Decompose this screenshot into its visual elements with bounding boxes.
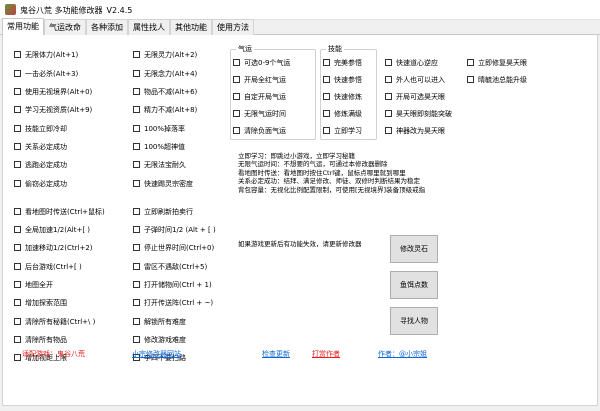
checkbox-open-portal[interactable]: 打开传送阵(Ctrl + ~) — [133, 299, 213, 308]
checkbox-bullet-time[interactable]: 子弹时间1/2 (Alt + [ ) — [133, 226, 216, 235]
checkbox-infinite-mind[interactable]: 无限念力(Alt+4) — [133, 70, 197, 79]
checkbox-haotian-breakthrough[interactable]: 昊天眼即刻能突破 — [385, 110, 452, 119]
note-line: 看地图时传送：看地图时按住Ctrl键，鼠标点哪里就到哪里 — [238, 168, 406, 177]
checkbox-infinite-stamina[interactable]: 无限体力(Alt+1) — [14, 51, 78, 60]
checkbox-energy-no-decrease[interactable]: 精力不减(Alt+8) — [133, 106, 197, 115]
check-update-link[interactable]: 检查更新 — [262, 349, 290, 359]
tab-qiyun[interactable]: 气运改命 — [44, 19, 86, 35]
find-person-button[interactable]: 寻找人物 — [390, 307, 438, 335]
checkbox-qiyun-0-9[interactable]: 可选0-9个气运 — [233, 59, 290, 68]
checkbox-qiyun-clear-negative[interactable]: 清除负面气运 — [233, 127, 286, 136]
title-bar: 鬼谷八荒 多功能修改器 V2.4.5 — [0, 0, 600, 20]
checkbox-relation-success[interactable]: 关系必定成功 — [14, 143, 67, 152]
checkbox-refresh-auction[interactable]: 立即刷新拍卖行 — [133, 208, 193, 217]
tab-attributes[interactable]: 属性找人 — [128, 19, 170, 35]
checkbox-open-storage[interactable]: 打开储物间(Ctrl + 1) — [133, 281, 212, 290]
checkbox-artifact-haotian[interactable]: 神器改为昊天眼 — [385, 127, 445, 136]
checkbox-clear-secrets[interactable]: 清除所有秘籍(Ctrl+\ ) — [14, 318, 95, 327]
checkbox-start-haotian-eye[interactable]: 开局可选昊天眼 — [385, 93, 445, 102]
checkbox-instant-learn[interactable]: 立即学习 — [323, 127, 362, 136]
checkbox-full-drop-rate[interactable]: 100%掉落率 — [133, 125, 185, 134]
checkbox-background-game[interactable]: 后台游戏(Ctrl+[ ) — [14, 263, 82, 272]
bait-points-button[interactable]: 鱼饵点数 — [390, 271, 438, 299]
donate-link[interactable]: 打赏作者 — [312, 349, 340, 359]
checkbox-explore-range[interactable]: 增加探索范围 — [14, 299, 67, 308]
supported-game: 适配游戏：鬼谷八荒 — [22, 350, 85, 358]
checkbox-infinite-spirit[interactable]: 无限灵力(Alt+2) — [133, 51, 197, 60]
app-icon — [5, 4, 16, 15]
checkbox-unlock-difficulty[interactable]: 解锁所有难度 — [133, 318, 186, 327]
skill-group-title: 技能 — [326, 44, 344, 54]
tab-add[interactable]: 各种添加 — [86, 19, 128, 35]
checkbox-full-godlike[interactable]: 100%超神值 — [133, 143, 185, 152]
checkbox-move-speed[interactable]: 加速移动1/2(Ctrl+2) — [14, 244, 93, 253]
checkbox-repair-haotian[interactable]: 立即修复昊天眼 — [467, 59, 527, 68]
checkbox-map-teleport[interactable]: 看地图时传送(Ctrl+鼠标) — [14, 208, 105, 217]
checkbox-ignore-aptitude[interactable]: 学习无视资质(Alt+9) — [14, 106, 92, 115]
qiyun-group-title: 气运 — [236, 44, 254, 54]
checkbox-skill-cooldown[interactable]: 技能立即冷却 — [14, 125, 67, 134]
checkbox-outsider-enter[interactable]: 外人也可以进入 — [385, 76, 445, 85]
checkbox-full-map[interactable]: 地图全开 — [14, 281, 53, 290]
checkbox-modify-difficulty[interactable]: 修改游戏难度 — [133, 336, 186, 345]
website-link[interactable]: 小宗修改器网站 — [132, 349, 181, 359]
tab-bar: 常用功能 气运改命 各种添加 属性找人 其他功能 使用方法 — [0, 18, 600, 36]
checkbox-qiyun-infinite-time[interactable]: 无限气运时间 — [233, 110, 286, 119]
checkbox-items-no-decrease[interactable]: 物品不减(Alt+6) — [133, 88, 197, 97]
note-line: 关系必定成功：结拜、满足修改、师徒、双修时判断结果为稳定 — [238, 177, 420, 186]
checkbox-no-encounter[interactable]: 雷区不遇敌(Ctrl+5) — [133, 263, 207, 272]
checkbox-qiyun-custom[interactable]: 自定开局气运 — [233, 93, 286, 102]
checkbox-sect-density[interactable]: 快速踢灵宗密度 — [133, 180, 193, 189]
checkbox-steal-success[interactable]: 偷窃必定成功 — [14, 180, 67, 189]
checkbox-cultivate-max[interactable]: 修炼满级 — [323, 110, 362, 119]
checkbox-one-hit-kill[interactable]: 一击必杀(Alt+3) — [14, 70, 78, 79]
tab-usage[interactable]: 使用方法 — [212, 19, 254, 35]
modify-spirit-stone-button[interactable]: 修改灵石 — [390, 235, 438, 263]
checkbox-perfect-comprehend[interactable]: 完美参悟 — [323, 59, 362, 68]
checkbox-stop-world-time[interactable]: 停止世界时间(Ctrl+0) — [133, 244, 214, 253]
checkbox-global-speed[interactable]: 全局加速1/2(Alt+[ ) — [14, 226, 90, 235]
checkbox-qingyu-pool[interactable]: 晴毓池总能升级 — [467, 76, 527, 85]
checkbox-ignore-realm[interactable]: 使用无视境界(Alt+0) — [14, 88, 92, 97]
author-link[interactable]: 作者：@小宗姐 — [378, 349, 427, 359]
checkbox-infinite-durability[interactable]: 无限法宝耐久 — [133, 161, 186, 170]
checkbox-qiyun-all-red[interactable]: 开局全红气运 — [233, 76, 286, 85]
note-line: 无限气运时间：不想要的气运，可通过本修改器删除 — [238, 160, 388, 169]
usage-notes: 立即学习：即跳过小游戏，立即学习秘籍 无限气运时间：不想要的气运，可通过本修改器… — [238, 152, 438, 194]
checkbox-fast-comprehend[interactable]: 快速参悟 — [323, 76, 362, 85]
checkbox-fast-daoxin[interactable]: 快速道心逆应 — [385, 59, 438, 68]
checkbox-escape-success[interactable]: 逃跑必定成功 — [14, 161, 67, 170]
note-line: 背包容量：无视化比例配置限制，可使用[无视境界]装备顶级戒指 — [238, 185, 426, 194]
checkbox-clear-items[interactable]: 清除所有物品 — [14, 336, 67, 345]
tab-other[interactable]: 其他功能 — [170, 19, 212, 35]
tab-common[interactable]: 常用功能 — [2, 18, 44, 36]
window-title: 鬼谷八荒 多功能修改器 V2.4.5 — [20, 6, 133, 15]
checkbox-fast-cultivate[interactable]: 快速修炼 — [323, 93, 362, 102]
update-note: 如果游戏更新后有功能失效，请更新修改器 — [238, 240, 362, 248]
